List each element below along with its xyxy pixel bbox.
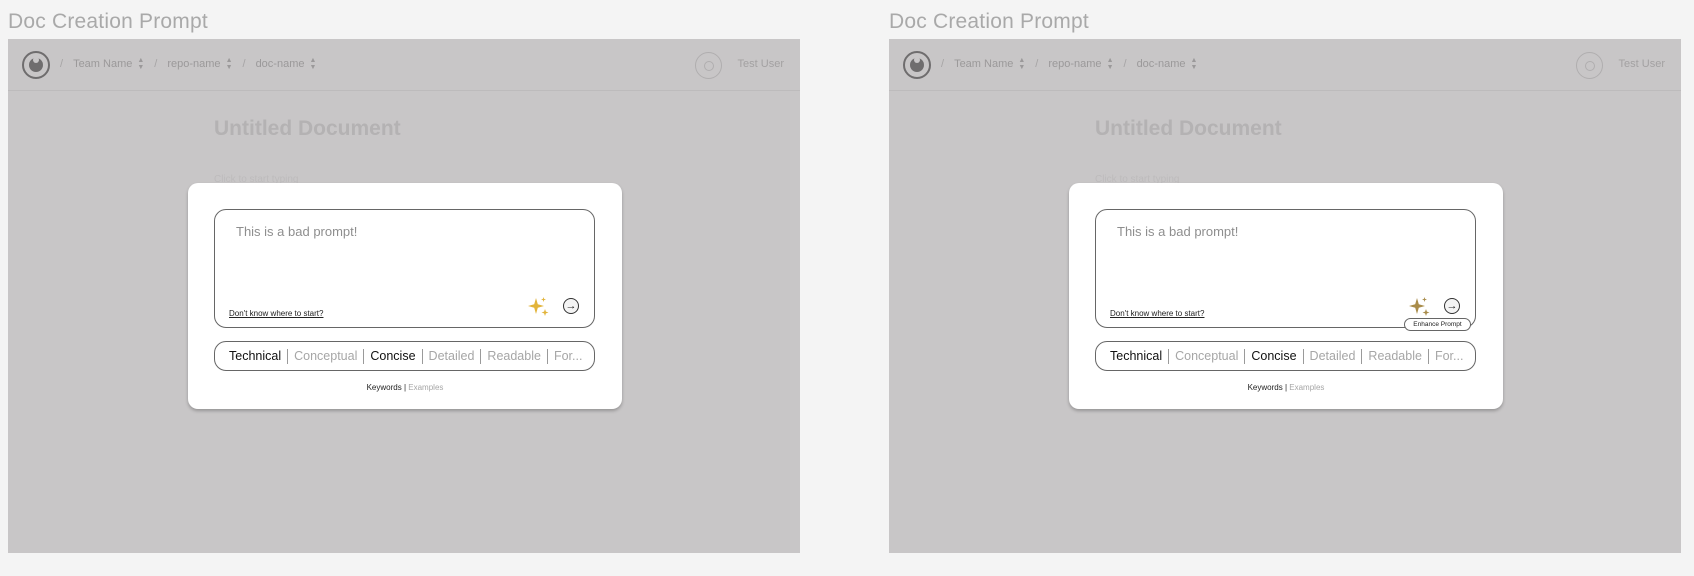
repo-selector[interactable]: repo-name ▲ ▼	[167, 57, 232, 71]
keyword-technical[interactable]: Technical	[229, 349, 281, 363]
doc-selector[interactable]: doc-name ▲ ▼	[256, 57, 317, 71]
avatar-icon[interactable]	[1576, 52, 1603, 79]
breadcrumb: / Team Name ▲ ▼ / repo-name ▲ ▼ / doc-name…	[941, 57, 1197, 71]
keyword-concise[interactable]: Concise	[370, 349, 415, 363]
keyword-readable[interactable]: Readable	[1368, 349, 1422, 363]
doc-name: doc-name	[255, 58, 305, 70]
keyword-detailed[interactable]: Detailed	[429, 349, 475, 363]
keyword-chips: Technical Conceptual Concise Detailed Re…	[214, 341, 595, 371]
keyword-technical[interactable]: Technical	[1110, 349, 1162, 363]
chevron-up-down-icon: ▲ ▼	[309, 57, 317, 71]
mode-separator: |	[403, 383, 407, 392]
document-title: Untitled Document	[214, 117, 401, 140]
repo-name: repo-name	[167, 58, 221, 70]
breadcrumb-separator: /	[1035, 58, 1039, 70]
chevron-up-down-icon: ▲ ▼	[137, 57, 145, 71]
user-name[interactable]: Test User	[738, 58, 784, 70]
avatar-icon[interactable]	[695, 52, 722, 79]
top-nav: / Team Name ▲ ▼ / repo-name ▲ ▼ / doc-name…	[8, 39, 800, 91]
help-link[interactable]: Don't know where to start?	[229, 309, 323, 318]
keyword-more[interactable]: For...	[554, 349, 582, 363]
app-screen: / Team Name ▲ ▼ / repo-name ▲ ▼ / doc-name…	[8, 39, 800, 553]
divider	[1244, 348, 1246, 364]
arrow-right-circle-icon[interactable]: →	[1444, 298, 1460, 314]
keyword-conceptual[interactable]: Conceptual	[294, 349, 357, 363]
mode-keywords[interactable]: Keywords	[1248, 383, 1283, 392]
mode-toggle: Keywords | Examples	[188, 383, 622, 392]
app-screen: / Team Name ▲ ▼ / repo-name ▲ ▼ / doc-name…	[889, 39, 1681, 553]
divider	[1168, 348, 1170, 364]
keyword-concise[interactable]: Concise	[1251, 349, 1296, 363]
team-name: Team Name	[73, 58, 133, 70]
mode-examples[interactable]: Examples	[1289, 383, 1324, 392]
repo-selector[interactable]: repo-name ▲ ▼	[1048, 57, 1113, 71]
breadcrumb-separator: /	[60, 58, 64, 70]
frame-hover-enhance: Doc Creation Prompt / Team Name ▲ ▼ / rep…	[889, 0, 1681, 576]
enhance-prompt-tooltip: Enhance Prompt	[1404, 318, 1471, 331]
divider	[1302, 348, 1304, 364]
frame-title: Doc Creation Prompt	[889, 10, 1089, 33]
breadcrumb-separator: /	[242, 58, 246, 70]
chevron-up-down-icon: ▲ ▼	[1018, 57, 1026, 71]
breadcrumb: / Team Name ▲ ▼ / repo-name ▲ ▼ / doc-name…	[60, 57, 316, 71]
mode-keywords[interactable]: Keywords	[367, 383, 402, 392]
divider	[421, 348, 423, 364]
prompt-modal: This is a bad prompt! Don't know where t…	[1069, 183, 1503, 409]
chevron-up-down-icon: ▲ ▼	[1106, 57, 1114, 71]
frame-title: Doc Creation Prompt	[8, 10, 208, 33]
chevron-up-down-icon: ▲ ▼	[225, 57, 233, 71]
keyword-conceptual[interactable]: Conceptual	[1175, 349, 1238, 363]
divider	[546, 348, 548, 364]
divider	[1361, 348, 1363, 364]
logo-icon[interactable]	[903, 51, 931, 79]
prompt-text: This is a bad prompt!	[236, 224, 358, 239]
document-title: Untitled Document	[1095, 117, 1282, 140]
breadcrumb-separator: /	[154, 58, 158, 70]
team-selector[interactable]: Team Name ▲ ▼	[73, 57, 144, 71]
mode-separator: |	[1284, 383, 1288, 392]
breadcrumb-separator: /	[941, 58, 945, 70]
keyword-more[interactable]: For...	[1435, 349, 1463, 363]
top-nav: / Team Name ▲ ▼ / repo-name ▲ ▼ / doc-name…	[889, 39, 1681, 91]
repo-name: repo-name	[1048, 58, 1102, 70]
mode-toggle: Keywords | Examples	[1069, 383, 1503, 392]
divider	[1427, 348, 1429, 364]
chevron-up-down-icon: ▲ ▼	[1190, 57, 1198, 71]
help-link[interactable]: Don't know where to start?	[1110, 309, 1204, 318]
prompt-modal: This is a bad prompt! Don't know where t…	[188, 183, 622, 409]
user-name[interactable]: Test User	[1619, 58, 1665, 70]
breadcrumb-separator: /	[1123, 58, 1127, 70]
keyword-chips: Technical Conceptual Concise Detailed Re…	[1095, 341, 1476, 371]
team-name: Team Name	[954, 58, 1014, 70]
frame-default: Doc Creation Prompt / Team Name ▲ ▼ / rep…	[8, 0, 800, 576]
doc-name: doc-name	[1136, 58, 1186, 70]
doc-selector[interactable]: doc-name ▲ ▼	[1137, 57, 1198, 71]
sparkle-icon[interactable]	[1408, 295, 1432, 319]
prompt-input[interactable]: This is a bad prompt! Don't know where t…	[1095, 209, 1476, 331]
prompt-input[interactable]: This is a bad prompt! Don't know where t…	[214, 209, 595, 328]
keyword-detailed[interactable]: Detailed	[1310, 349, 1356, 363]
sparkle-icon[interactable]	[527, 295, 551, 319]
logo-icon[interactable]	[22, 51, 50, 79]
prompt-text: This is a bad prompt!	[1117, 224, 1239, 239]
divider	[480, 348, 482, 364]
team-selector[interactable]: Team Name ▲ ▼	[954, 57, 1025, 71]
keyword-readable[interactable]: Readable	[487, 349, 541, 363]
divider	[363, 348, 365, 364]
mode-examples[interactable]: Examples	[408, 383, 443, 392]
arrow-right-circle-icon[interactable]: →	[563, 298, 579, 314]
divider	[287, 348, 289, 364]
